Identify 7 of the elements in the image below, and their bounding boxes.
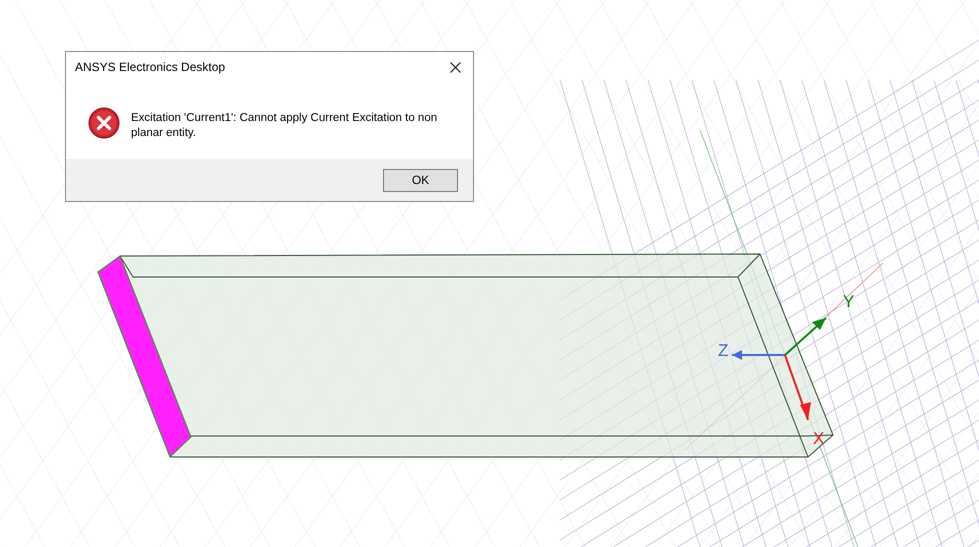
axis-label: Z [718, 341, 728, 360]
axis-label: Y [843, 292, 854, 311]
error-message: Excitation 'Current1': Cannot apply Current Excitation to non planar entity. [131, 111, 438, 141]
error-icon [88, 107, 120, 139]
close-icon [450, 62, 460, 72]
ok-button[interactable]: OK [383, 168, 458, 192]
dialog-title: ANSYS Electronics Desktop [75, 59, 226, 76]
